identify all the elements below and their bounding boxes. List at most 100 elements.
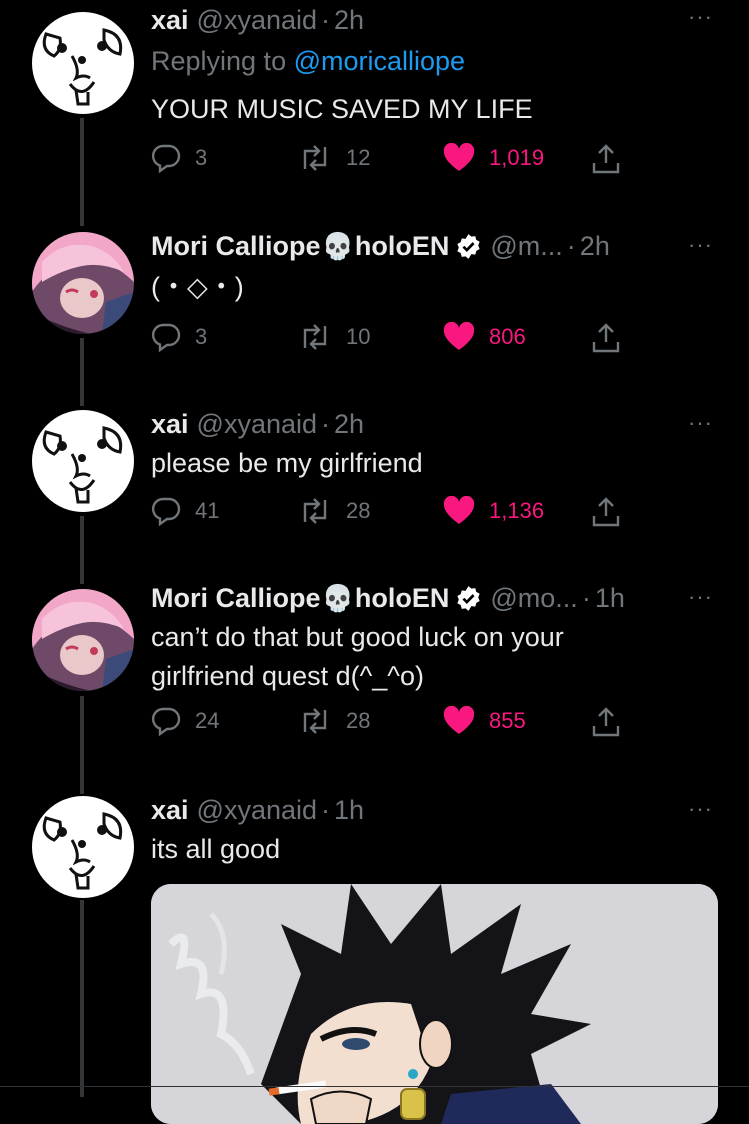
more-options-icon[interactable]: ··· (688, 4, 713, 30)
retweet-button[interactable]: 28 (298, 706, 370, 736)
heart-icon (443, 143, 475, 171)
share-button[interactable] (591, 143, 635, 175)
reply-button[interactable]: 41 (151, 496, 219, 526)
more-options-icon[interactable]: ··· (688, 232, 713, 258)
separator-dot: · (321, 795, 331, 825)
reply-button[interactable]: 24 (151, 706, 219, 736)
tweet-text: its all good (151, 834, 281, 864)
share-button[interactable] (591, 322, 635, 354)
avatar[interactable] (32, 12, 134, 114)
retweet-button[interactable]: 28 (298, 496, 370, 526)
action-bar: 3 10 806 (151, 322, 631, 362)
like-button[interactable]: 855 (443, 706, 526, 736)
display-name[interactable]: xai (151, 408, 189, 440)
heart-icon (443, 322, 475, 350)
display-name[interactable]: Mori Calliope (151, 582, 321, 614)
share-icon (592, 707, 620, 737)
heart-icon (443, 496, 475, 524)
timestamp[interactable]: 2h (334, 4, 364, 36)
retweet-icon (303, 145, 327, 171)
like-count: 806 (489, 324, 526, 349)
reply-count: 41 (195, 498, 220, 523)
avatar[interactable] (32, 232, 134, 334)
retweet-icon (303, 498, 327, 524)
separator-dot: · (321, 409, 331, 439)
thread-line (80, 118, 84, 226)
retweet-count: 28 (346, 708, 371, 733)
reply-count: 3 (195, 324, 208, 349)
avatar[interactable] (32, 589, 134, 691)
anime-character-image (151, 884, 718, 1124)
reply-button[interactable]: 3 (151, 143, 207, 173)
display-name[interactable]: xai (151, 4, 189, 36)
timestamp[interactable]: 2h (334, 408, 364, 440)
skull-emoji: 💀 (321, 583, 354, 613)
avatar[interactable] (32, 410, 134, 512)
dog-avatar-icon (32, 410, 134, 512)
tweet-text: please be my girlfriend (151, 448, 423, 478)
separator-dot: · (566, 231, 576, 261)
more-options-icon[interactable]: ··· (688, 410, 713, 436)
reply-icon (151, 323, 181, 352)
handle[interactable]: @mo... (490, 582, 577, 614)
reply-icon (151, 707, 181, 736)
display-name[interactable]: xai (151, 794, 189, 826)
dog-avatar-icon (32, 12, 134, 114)
timestamp[interactable]: 2h (580, 230, 610, 262)
display-name-suffix[interactable]: holoEN (355, 230, 450, 262)
tweet-text: can’t do that but good luck on your girl… (151, 622, 564, 691)
handle[interactable]: @m... (490, 230, 562, 262)
action-bar: 3 12 1,019 (151, 143, 631, 183)
timestamp[interactable]: 1h (334, 794, 364, 826)
like-button[interactable]: 1,019 (443, 143, 544, 173)
handle[interactable]: @xyanaid (197, 794, 317, 826)
retweet-button[interactable]: 12 (298, 143, 370, 173)
share-icon (592, 323, 620, 353)
retweet-icon (303, 708, 327, 734)
reply-button[interactable]: 3 (151, 322, 207, 352)
dog-avatar-icon (32, 796, 134, 898)
reply-icon (151, 497, 181, 526)
like-count: 1,019 (489, 145, 545, 170)
heart-icon (443, 706, 475, 734)
separator-dot: · (581, 583, 591, 613)
retweet-count: 10 (346, 324, 371, 349)
skull-emoji: 💀 (321, 231, 354, 261)
thread-line (80, 900, 84, 1097)
tweet-image[interactable] (151, 884, 718, 1124)
handle[interactable]: @xyanaid (197, 408, 317, 440)
retweet-button[interactable]: 10 (298, 322, 370, 352)
replying-to: Replying to @moricalliope (151, 46, 465, 77)
like-count: 1,136 (489, 498, 545, 523)
share-icon (592, 144, 620, 174)
avatar[interactable] (32, 796, 134, 898)
separator-dot: · (321, 5, 331, 35)
like-button[interactable]: 806 (443, 322, 526, 352)
timestamp[interactable]: 1h (595, 582, 625, 614)
anime-avatar-icon (32, 589, 134, 691)
thread-line (80, 338, 84, 406)
retweet-count: 12 (346, 145, 371, 170)
share-button[interactable] (591, 706, 635, 738)
thread-line (80, 516, 84, 584)
like-button[interactable]: 1,136 (443, 496, 544, 526)
share-button[interactable] (591, 496, 635, 528)
more-options-icon[interactable]: ··· (688, 584, 713, 610)
display-name-suffix[interactable]: holoEN (355, 582, 450, 614)
retweet-count: 28 (346, 498, 371, 523)
tweet-text: (・◇・) (151, 272, 244, 302)
replying-to-label: Replying to (151, 46, 287, 76)
more-options-icon[interactable]: ··· (688, 796, 713, 822)
verified-badge-icon (457, 233, 481, 259)
handle[interactable]: @xyanaid (197, 4, 317, 36)
verified-badge-icon (457, 585, 481, 611)
mention-link[interactable]: @moricalliope (294, 46, 465, 76)
retweet-icon (303, 324, 327, 350)
tweet-text: YOUR MUSIC SAVED MY LIFE (151, 94, 533, 124)
action-bar: 24 28 855 (151, 706, 631, 746)
action-bar: 41 28 1,136 (151, 496, 631, 536)
display-name[interactable]: Mori Calliope (151, 230, 321, 262)
reply-icon (151, 144, 181, 173)
reply-count: 24 (195, 708, 220, 733)
anime-avatar-icon (32, 232, 134, 334)
